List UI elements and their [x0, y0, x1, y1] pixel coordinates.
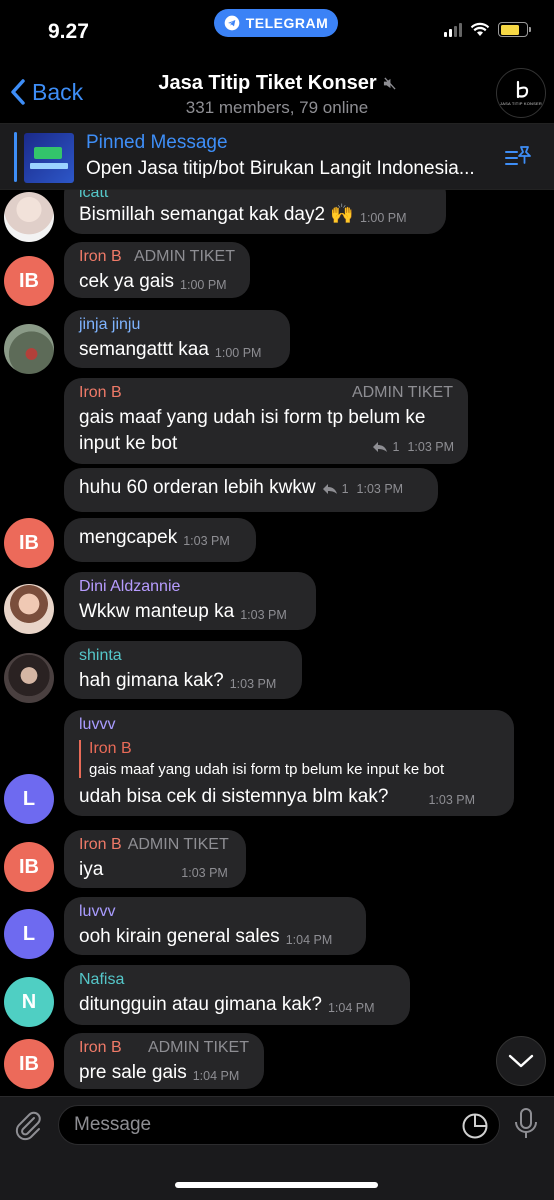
message-time: 1:00 PM — [214, 346, 262, 360]
message-text: mengcapek — [79, 527, 178, 548]
sender-name[interactable]: Nafisa — [79, 971, 124, 989]
scroll-to-bottom-button[interactable] — [496, 1036, 546, 1086]
message-text: cek ya gais — [79, 271, 175, 292]
pin-list-icon — [505, 146, 531, 165]
user-avatar[interactable]: L — [4, 774, 54, 824]
message-text: hah gimana kak? — [79, 670, 224, 691]
attach-button[interactable] — [12, 1109, 44, 1146]
chevron-down-icon — [508, 1054, 534, 1068]
user-avatar[interactable]: IB — [4, 842, 54, 892]
message-text: semangattt kaa — [79, 339, 209, 360]
pinned-thumbnail — [24, 133, 74, 183]
telegram-pill[interactable]: TELEGRAM — [214, 9, 338, 37]
message-time: 1:04 PM — [285, 933, 333, 947]
chevron-left-icon — [11, 79, 25, 105]
admin-badge: ADMIN TIKET — [147, 1039, 249, 1056]
reply-quote[interactable]: Iron B gais maaf yang udah isi form tp b… — [79, 740, 499, 778]
user-avatar[interactable]: IB — [4, 518, 54, 568]
user-avatar[interactable]: N — [4, 977, 54, 1027]
message-time: 1:03 PM — [428, 793, 475, 807]
paperclip-icon — [15, 1111, 41, 1141]
sender-name[interactable]: Dini Aldzannie — [79, 578, 180, 596]
reply-count: 1 — [392, 440, 400, 454]
message-list[interactable]: lcatt Bismillah semangat kak day2 🙌 1:00 … — [0, 190, 554, 1096]
reply-count: 1 — [341, 482, 349, 496]
chat-info[interactable]: Jasa Titip Tiket Konser 331 members, 79 … — [140, 72, 414, 118]
muted-icon — [383, 77, 396, 90]
microphone-icon — [515, 1108, 537, 1138]
pinned-list-button[interactable] — [504, 144, 532, 175]
message-time: 1:03 PM — [229, 677, 277, 691]
reply-count-icon — [322, 484, 337, 494]
admin-badge: ADMIN TIKET — [351, 384, 453, 401]
message-field[interactable] — [58, 1105, 500, 1145]
reply-count-icon — [373, 442, 388, 452]
message-text: Wkkw manteup ka — [79, 601, 235, 622]
message-time: 1:03 PM — [181, 866, 228, 880]
chat-title: Jasa Titip Tiket Konser — [158, 72, 377, 94]
reply-text: gais maaf yang udah isi form tp belum ke… — [89, 761, 445, 778]
group-avatar[interactable]: JASA TITIP KONSER — [496, 68, 546, 118]
chat-header: Back Jasa Titip Tiket Konser 331 members… — [0, 60, 554, 124]
signal-icon — [444, 22, 462, 37]
message-time: 1:03 PM — [240, 608, 287, 622]
back-label: Back — [32, 78, 84, 105]
user-avatar[interactable] — [4, 324, 54, 374]
home-indicator — [175, 1182, 378, 1188]
message-text: pre sale gais — [79, 1062, 187, 1083]
sticker-icon — [462, 1113, 488, 1139]
user-avatar[interactable]: IB — [4, 1039, 54, 1089]
group-avatar-caption: JASA TITIP KONSER — [500, 101, 542, 106]
wifi-icon — [470, 22, 490, 36]
message-time: 1:04 PM — [192, 1069, 240, 1083]
message-text: Bismillah semangat kak day2 🙌 — [79, 204, 354, 225]
message-time: 1:04 PM — [327, 1001, 375, 1015]
sender-name[interactable]: jinja jinju — [79, 316, 140, 334]
sticker-button[interactable] — [461, 1112, 489, 1145]
message-text: ooh kirain general sales — [79, 926, 280, 947]
back-button[interactable]: Back — [10, 78, 83, 106]
sender-name[interactable]: shinta — [79, 647, 122, 665]
sender-name[interactable]: Iron B — [79, 384, 122, 402]
sender-name[interactable]: Iron B — [79, 248, 122, 266]
status-time: 9.27 — [48, 20, 89, 43]
admin-badge: ADMIN TIKET — [133, 248, 235, 265]
message-time: 1:00 PM — [180, 278, 227, 292]
voice-message-button[interactable] — [514, 1107, 538, 1146]
message-text: huhu 60 orderan lebih kwkw — [79, 477, 316, 498]
user-avatar[interactable] — [4, 584, 54, 634]
reply-sender: Iron B — [89, 740, 132, 757]
user-avatar[interactable] — [4, 192, 54, 242]
message-time: 1:03 PM — [356, 482, 404, 496]
message-text: udah bisa cek di sistemnya blm kak? — [79, 786, 389, 807]
user-avatar[interactable]: L — [4, 909, 54, 959]
telegram-pill-label: TELEGRAM — [245, 15, 329, 31]
chat-subtitle: 331 members, 79 online — [185, 98, 369, 117]
telegram-icon — [224, 15, 240, 31]
sender-name[interactable]: Iron B — [79, 1039, 122, 1057]
message-time: 1:00 PM — [360, 211, 407, 225]
sender-name[interactable]: Iron B — [79, 836, 122, 854]
admin-badge: ADMIN TIKET — [127, 836, 229, 853]
message-text: ditungguin atau gimana kak? — [79, 994, 322, 1015]
sender-name[interactable]: lcatt — [79, 190, 108, 202]
pinned-text: Open Jasa titip/bot Birukan Langit Indon… — [86, 158, 475, 179]
status-bar: 9.27 TELEGRAM — [0, 0, 554, 56]
message-time: 1:03 PM — [407, 440, 454, 454]
message-time: 1:03 PM — [183, 534, 230, 548]
pinned-message-bar[interactable]: Pinned Message Open Jasa titip/bot Biruk… — [0, 124, 554, 190]
message-text: iya — [79, 859, 104, 880]
user-avatar[interactable]: IB — [4, 256, 54, 306]
pinned-indicator — [14, 132, 17, 182]
user-avatar[interactable] — [4, 653, 54, 703]
group-logo-icon — [516, 80, 529, 99]
message-input[interactable] — [74, 1114, 444, 1136]
sender-name[interactable]: luvvv — [79, 903, 115, 921]
pinned-title: Pinned Message — [86, 132, 228, 153]
sender-name[interactable]: luvvv — [79, 716, 115, 734]
battery-icon — [498, 22, 531, 37]
